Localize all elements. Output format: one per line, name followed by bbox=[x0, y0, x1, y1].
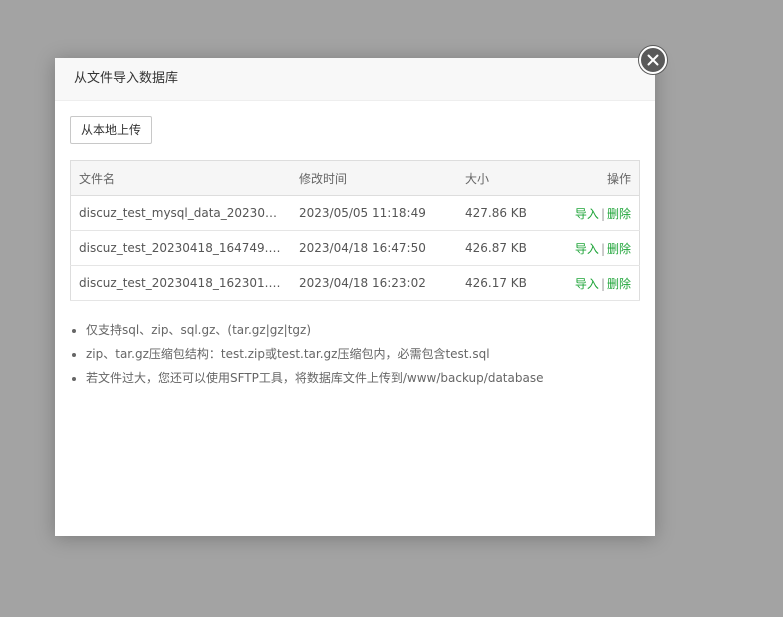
file-name: discuz_test_mysql_data_20230505... bbox=[79, 206, 283, 220]
file-modified-time: 2023/04/18 16:23:02 bbox=[299, 276, 426, 290]
table-header-row: 文件名 修改时间 大小 操作 bbox=[70, 160, 640, 196]
header-actions: 操作 bbox=[606, 171, 631, 186]
table-row: discuz_test_mysql_data_20230505... 2023/… bbox=[70, 196, 640, 231]
import-link[interactable]: 导入 bbox=[575, 242, 599, 256]
close-icon bbox=[647, 54, 659, 66]
file-actions: 导入 | 删除 bbox=[563, 231, 640, 266]
tip-item: 仅支持sql、zip、sql.gz、(tar.gz|gz|tgz) bbox=[86, 318, 543, 342]
file-size: 426.17 KB bbox=[465, 276, 527, 290]
file-size: 426.87 KB bbox=[465, 241, 527, 255]
header-filename: 文件名 bbox=[79, 171, 116, 186]
file-name-cell: discuz_test_mysql_data_20230505... bbox=[71, 196, 292, 231]
header-modified-time: 修改时间 bbox=[299, 171, 348, 186]
action-separator: | bbox=[600, 206, 605, 221]
file-modified-time: 2023/04/18 16:47:50 bbox=[299, 241, 426, 255]
close-button[interactable] bbox=[639, 46, 667, 74]
table-row: discuz_test_20230418_164749.sql.... 2023… bbox=[70, 231, 640, 266]
delete-link[interactable]: 删除 bbox=[607, 277, 631, 291]
tips-list: 仅支持sql、zip、sql.gz、(tar.gz|gz|tgz) zip、ta… bbox=[70, 318, 543, 390]
import-link[interactable]: 导入 bbox=[575, 277, 599, 291]
file-actions: 导入 | 删除 bbox=[563, 266, 640, 301]
file-size: 427.86 KB bbox=[465, 206, 527, 220]
file-name: discuz_test_20230418_164749.sql.... bbox=[79, 241, 283, 255]
upload-local-button[interactable]: 从本地上传 bbox=[70, 116, 152, 144]
action-separator: | bbox=[600, 276, 605, 291]
delete-link[interactable]: 删除 bbox=[607, 242, 631, 256]
tip-item: zip、tar.gz压缩包结构：test.zip或test.tar.gz压缩包内… bbox=[86, 342, 543, 366]
file-table: 文件名 修改时间 大小 操作 discuz_test_mysql_data_20… bbox=[70, 160, 640, 301]
file-name-cell: discuz_test_20230418_164749.sql.... bbox=[71, 231, 292, 266]
header-size: 大小 bbox=[465, 171, 490, 186]
table-row: discuz_test_20230418_162301.sql.... 2023… bbox=[70, 266, 640, 301]
import-database-dialog: 从文件导入数据库 从本地上传 文件名 修改时间 大小 操作 discuz_tes… bbox=[55, 58, 655, 536]
file-modified-time: 2023/05/05 11:18:49 bbox=[299, 206, 426, 220]
tip-item: 若文件过大，您还可以使用SFTP工具，将数据库文件上传到/www/backup/… bbox=[86, 366, 543, 390]
import-link[interactable]: 导入 bbox=[575, 207, 599, 221]
delete-link[interactable]: 删除 bbox=[607, 207, 631, 221]
file-name-cell: discuz_test_20230418_162301.sql.... bbox=[71, 266, 292, 301]
dialog-title: 从文件导入数据库 bbox=[55, 58, 655, 101]
file-actions: 导入 | 删除 bbox=[563, 196, 640, 231]
action-separator: | bbox=[600, 241, 605, 256]
file-name: discuz_test_20230418_162301.sql.... bbox=[79, 276, 283, 290]
